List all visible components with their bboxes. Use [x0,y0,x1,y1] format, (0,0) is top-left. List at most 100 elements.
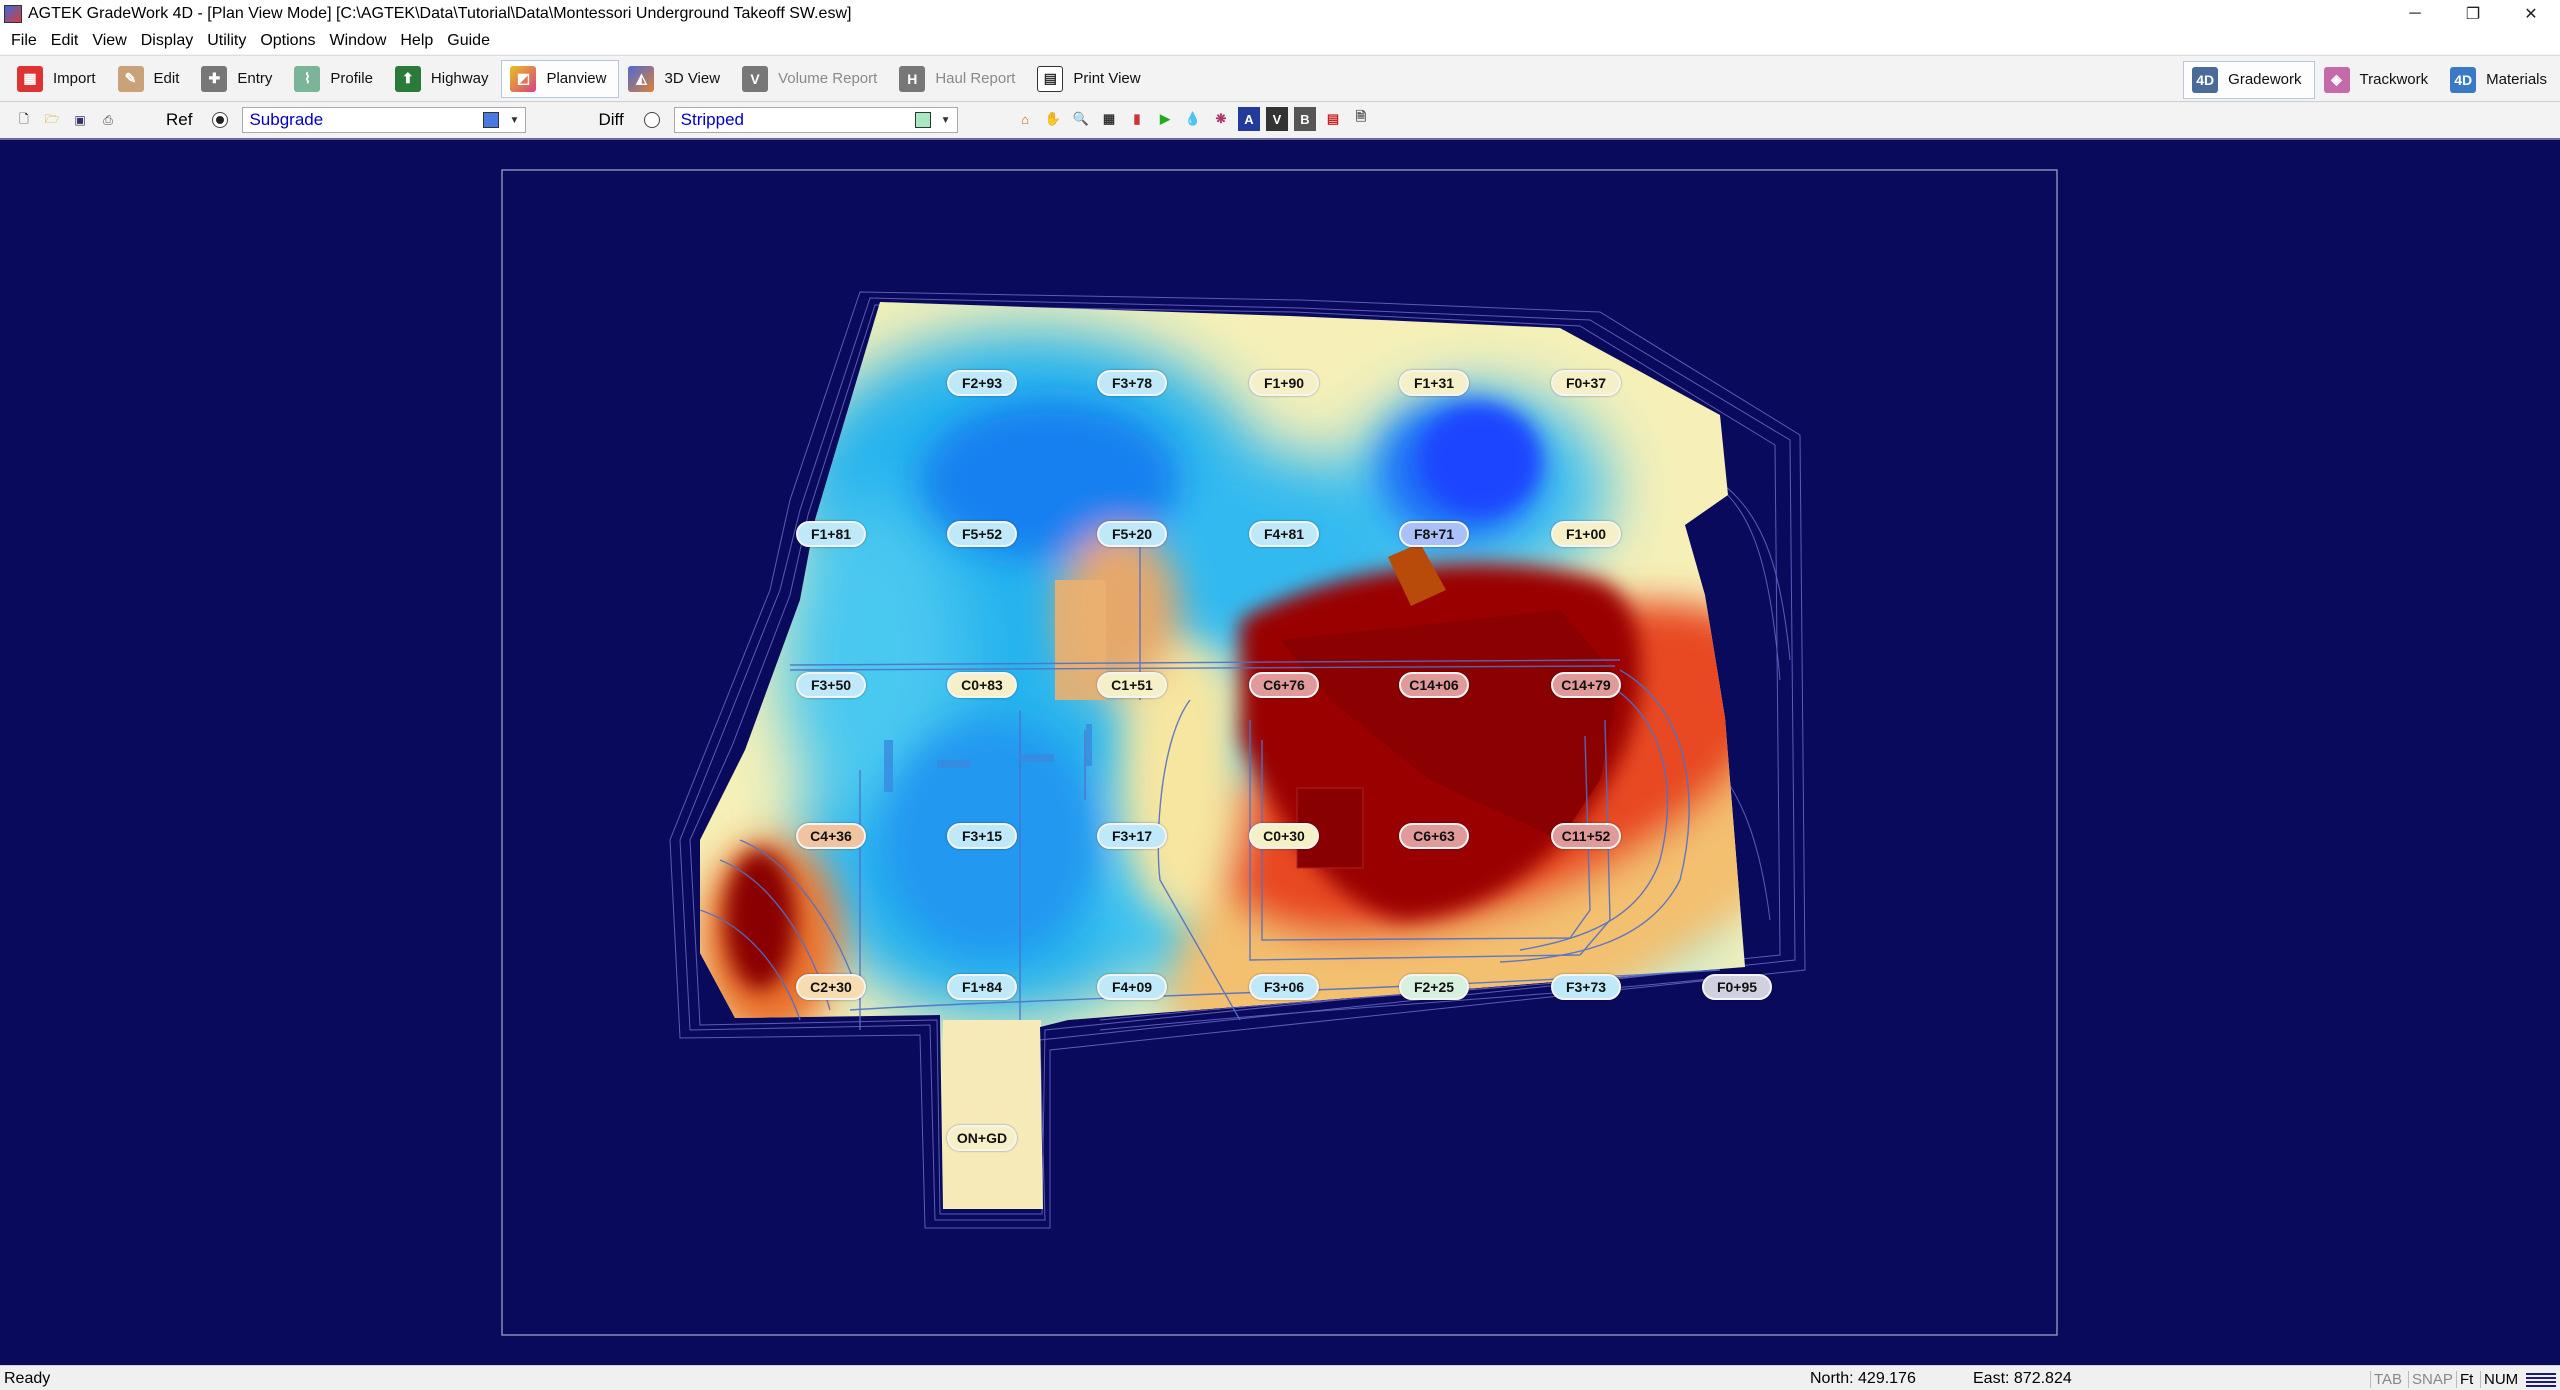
entry-icon: ✚ [201,65,228,92]
station-label[interactable]: F2+25 [1399,974,1469,1000]
station-label[interactable]: C1+51 [1097,672,1167,698]
diff-surface-select[interactable]: Stripped ▼ [673,107,958,133]
edit-icon: ✎ [117,65,144,92]
edit-label: Edit [153,70,180,87]
materials-label: Materials [2486,71,2547,88]
profile-label: Profile [330,70,373,87]
print-icon[interactable]: ⎙ [98,110,118,130]
station-label[interactable]: C4+36 [796,823,866,849]
station-label[interactable]: F1+00 [1551,521,1621,547]
station-label[interactable]: F1+31 [1399,370,1469,396]
station-label[interactable]: F3+15 [947,823,1017,849]
pan-hand-icon[interactable]: ✋ [1042,107,1064,131]
haul-report-button[interactable]: H Haul Report [890,60,1028,98]
report-icon[interactable]: 🗎 [1350,107,1372,131]
import-button[interactable]: ▦ Import [8,60,109,98]
surface-toolbar: 🗋 🗁 ▣ ⎙ Ref Subgrade ▼ Diff Stripped ▼ ⌂… [0,103,2560,137]
diff-surface-value: Stripped [680,110,744,129]
ref-surface-value: Subgrade [249,110,324,129]
ref-color-swatch [483,112,500,128]
highway-icon: ⬆ [394,65,421,92]
menu-edit[interactable]: Edit [44,32,86,50]
planview-icon: ◩ [510,65,537,92]
pdf-export-icon[interactable]: ▤ [1322,107,1344,131]
plan-view-canvas[interactable]: F2+93 F3+78 F1+90 F1+31 F0+37 F1+81 F5+5… [0,138,2560,1365]
station-label[interactable]: F2+93 [947,370,1017,396]
color-scale-icon[interactable]: ▮ [1126,107,1148,131]
heatmap-surface [700,302,1745,1209]
diff-radio[interactable] [643,112,660,128]
menu-utility[interactable]: Utility [200,32,253,50]
diff-label: Diff [598,110,624,129]
station-label[interactable]: F0+37 [1551,370,1621,396]
save-icon[interactable]: ▣ [70,110,90,130]
text-v-icon[interactable]: V [1266,107,1288,131]
flag-icon[interactable]: ▶ [1154,107,1176,131]
station-label[interactable]: F3+06 [1249,974,1319,1000]
zoom-icon[interactable]: 🔍 [1070,107,1092,131]
print-view-button[interactable]: ▤ Print View [1028,60,1153,98]
station-label[interactable]: C14+79 [1551,672,1621,698]
station-label[interactable]: C11+52 [1551,823,1621,849]
station-label[interactable]: F3+78 [1097,370,1167,396]
water-drop-icon[interactable]: 💧 [1182,107,1204,131]
materials-button[interactable]: 4D Materials [2441,61,2560,99]
restore-button[interactable]: ❐ [2444,0,2502,27]
station-label[interactable]: C6+76 [1249,672,1319,698]
station-label[interactable]: F1+81 [796,521,866,547]
station-label[interactable]: F8+71 [1399,521,1469,547]
station-label[interactable]: ON+GD [947,1125,1017,1151]
gradework-button[interactable]: 4D Gradework [2183,60,2315,99]
layers-icon[interactable]: ❋ [1210,107,1232,131]
station-label[interactable]: F1+84 [947,974,1017,1000]
station-label[interactable]: F4+09 [1097,974,1167,1000]
gradework-icon: 4D [2192,66,2219,93]
station-label[interactable]: F3+73 [1551,974,1621,1000]
station-label[interactable]: F0+95 [1702,974,1772,1000]
trackwork-button[interactable]: ◈ Trackwork [2315,61,2442,99]
planview-button[interactable]: ◩ Planview [501,59,620,98]
status-message: Ready [4,1370,51,1387]
station-label[interactable]: F3+17 [1097,823,1167,849]
menu-file[interactable]: File [4,32,44,50]
station-label[interactable]: F5+52 [947,521,1017,547]
text-b-icon[interactable]: B [1294,107,1316,131]
station-label[interactable]: F1+90 [1249,370,1319,396]
north-coordinate: North: 429.176 [1810,1370,1916,1387]
3d-view-button[interactable]: ◭ 3D View [619,60,733,98]
ref-surface-select[interactable]: Subgrade ▼ [242,107,527,133]
menu-options[interactable]: Options [253,32,322,50]
station-label[interactable]: F5+20 [1097,521,1167,547]
minimize-button[interactable]: ─ [2386,0,2444,27]
planview-label: Planview [546,70,607,87]
close-button[interactable]: ✕ [2502,0,2560,27]
new-file-icon[interactable]: 🗋 [14,110,34,130]
grid-icon[interactable]: ▦ [1098,107,1120,131]
text-a-icon[interactable]: A [1238,107,1260,131]
volume-report-button[interactable]: V Volume Report [733,60,890,98]
station-label[interactable]: C6+63 [1399,823,1469,849]
resize-grip-icon[interactable] [2526,1371,2556,1387]
profile-button[interactable]: ⌇ Profile [285,60,386,98]
entry-button[interactable]: ✚ Entry [192,60,285,98]
edit-button[interactable]: ✎ Edit [109,60,193,98]
menu-view[interactable]: View [85,32,133,50]
station-label[interactable]: C0+83 [947,672,1017,698]
station-label[interactable]: F4+81 [1249,521,1319,547]
3d-view-icon: ◭ [628,65,655,92]
volume-report-label: Volume Report [778,70,878,87]
highway-button[interactable]: ⬆ Highway [386,60,502,98]
import-label: Import [53,70,96,87]
station-label[interactable]: C2+30 [796,974,866,1000]
home-view-icon[interactable]: ⌂ [1014,107,1036,131]
menu-help[interactable]: Help [393,32,440,50]
menu-window[interactable]: Window [322,32,393,50]
station-label[interactable]: F3+50 [796,672,866,698]
menu-guide[interactable]: Guide [440,32,497,50]
cut-fill-heatmap [501,169,2058,1336]
open-folder-icon[interactable]: 🗁 [42,110,62,130]
station-label[interactable]: C14+06 [1399,672,1469,698]
station-label[interactable]: C0+30 [1249,823,1319,849]
menu-display[interactable]: Display [134,32,200,50]
ref-radio[interactable] [212,112,229,128]
